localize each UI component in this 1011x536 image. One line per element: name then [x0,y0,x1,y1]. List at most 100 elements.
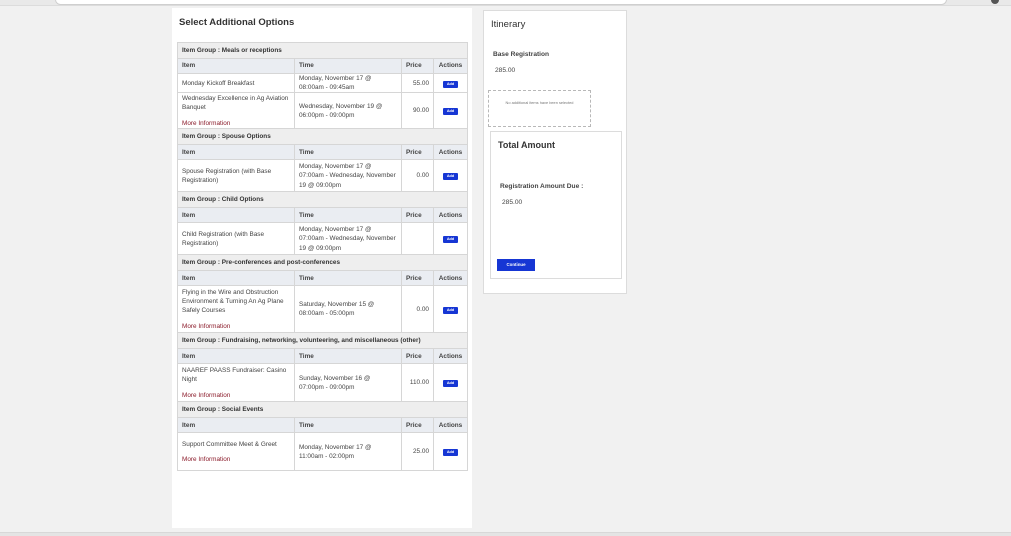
item-price: 90.00 [401,92,434,130]
item-cell: Spouse Registration (with Base Registrat… [177,159,295,193]
itinerary-panel: Itinerary Base Registration 285.00 No ad… [483,10,627,294]
actions-cell: Add [432,92,469,130]
item-group-label: Item Group : Fundraising, networking, vo… [176,332,469,350]
more-information-link[interactable]: More Information [182,119,290,128]
column-header-actions: Actions [432,270,469,287]
column-header-actions: Actions [432,417,469,434]
item-name: Spouse Registration (with Base Registrat… [182,167,272,184]
item-price [401,222,434,256]
item-time: Monday, November 17 @ 08:00am - 09:45am [294,72,402,94]
table-row: NAAREF PAASS Fundraiser: Casino Night Mor… [177,363,469,403]
actions-cell: Add [432,363,469,403]
actions-cell: Add [432,159,469,193]
column-header-item: Item [177,348,295,365]
item-name: Monday Kickoff Breakfast [182,79,255,87]
item-name: Support Committee Meet & Greet [182,440,277,448]
item-group-row: Item Group : Pre-conferences and post-co… [176,254,469,272]
column-header-actions: Actions [432,144,469,161]
table-row: Support Committee Meet & Greet More Infor… [177,432,469,472]
column-header-time: Time [294,144,402,161]
item-cell: Support Committee Meet & Greet More Infor… [177,432,295,472]
table-header-row: Item Time Price Actions [177,58,469,74]
more-information-link[interactable]: More Information [182,455,290,464]
item-group-label: Item Group : Child Options [176,191,469,209]
item-time: Wednesday, November 19 @ 06:00pm - 09:00… [294,92,402,130]
column-header-item: Item [177,270,295,287]
actions-cell: Add [432,285,469,334]
item-name: Child Registration (with Base Registrati… [182,230,265,247]
column-header-item: Item [177,58,295,74]
item-cell: Flying in the Wire and Obstruction Envir… [177,285,295,334]
table-row: Wednesday Excellence in Ag Aviation Banq… [177,92,469,130]
options-title: Select Additional Options [179,17,295,28]
itinerary-title: Itinerary [491,19,526,30]
total-amount-box: Total Amount Registration Amount Due : 2… [490,131,622,279]
add-button[interactable]: Add [443,173,459,181]
item-name: NAAREF PAASS Fundraiser: Casino Night [182,367,287,384]
table-row: Monday Kickoff Breakfast Monday, November… [177,72,469,94]
column-header-item: Item [177,417,295,434]
browser-top-bar [0,0,1011,6]
table-header-row: Item Time Price Actions [177,417,469,434]
column-header-price: Price [401,417,434,434]
continue-button[interactable]: Continue [497,259,535,271]
item-group-row: Item Group : Child Options [176,191,469,209]
base-registration-label: Base Registration [493,51,550,58]
column-header-time: Time [294,348,402,365]
item-time: Sunday, November 16 @ 07:00pm - 09:00pm [294,363,402,403]
more-information-link[interactable]: More Information [182,391,290,400]
amount-due-label: Registration Amount Due : [500,183,584,190]
column-header-price: Price [401,207,434,224]
column-header-actions: Actions [432,58,469,74]
no-items-message: No additional items have been selected [488,90,591,127]
additional-options-panel: Select Additional Options Item Group : M… [172,8,472,528]
add-button[interactable]: Add [443,449,459,457]
item-group-row: Item Group : Meals or receptions [176,42,469,59]
item-price: 55.00 [401,72,434,94]
amount-due-value: 285.00 [502,199,523,206]
table-header-row: Item Time Price Actions [177,144,469,161]
column-header-price: Price [401,270,434,287]
add-button[interactable]: Add [443,380,459,388]
window-bottom-edge [0,532,1011,536]
item-group-label: Item Group : Social Events [176,401,469,419]
item-time: Monday, November 17 @ 11:00am - 02:00pm [294,432,402,472]
item-group-label: Item Group : Spouse Options [176,128,469,146]
actions-cell: Add [432,72,469,94]
column-header-actions: Actions [432,348,469,365]
item-cell: Child Registration (with Base Registrati… [177,222,295,256]
column-header-price: Price [401,348,434,365]
column-header-time: Time [294,417,402,434]
table-header-row: Item Time Price Actions [177,270,469,287]
table-row: Spouse Registration (with Base Registrat… [177,159,469,193]
item-time: Monday, November 17 @ 07:00am - Wednesda… [294,159,402,193]
add-button[interactable]: Add [443,108,459,116]
actions-cell: Add [432,432,469,472]
item-cell: Wednesday Excellence in Ag Aviation Banq… [177,92,295,130]
more-information-link[interactable]: More Information [182,322,290,331]
column-header-price: Price [401,58,434,74]
item-price: 0.00 [401,285,434,334]
column-header-item: Item [177,207,295,224]
item-group-label: Item Group : Meals or receptions [176,42,469,59]
item-time: Saturday, November 15 @ 08:00am - 05:00p… [294,285,402,334]
item-price: 25.00 [401,432,434,472]
add-button[interactable]: Add [443,306,459,314]
column-header-actions: Actions [432,207,469,224]
item-group-row: Item Group : Fundraising, networking, vo… [176,332,469,350]
item-name: Wednesday Excellence in Ag Aviation Banq… [182,95,289,112]
item-cell: Monday Kickoff Breakfast [177,72,295,94]
add-button[interactable]: Add [443,80,459,88]
actions-cell: Add [432,222,469,256]
base-registration-price: 285.00 [495,67,516,74]
table-header-row: Item Time Price Actions [177,207,469,224]
item-price: 110.00 [401,363,434,403]
address-bar[interactable] [55,0,947,5]
profile-icon[interactable] [991,0,999,4]
item-name: Flying in the Wire and Obstruction Envir… [182,289,284,315]
column-header-time: Time [294,58,402,74]
column-header-time: Time [294,207,402,224]
add-button[interactable]: Add [443,236,459,244]
total-amount-title: Total Amount [498,140,555,150]
item-cell: NAAREF PAASS Fundraiser: Casino Night Mor… [177,363,295,403]
